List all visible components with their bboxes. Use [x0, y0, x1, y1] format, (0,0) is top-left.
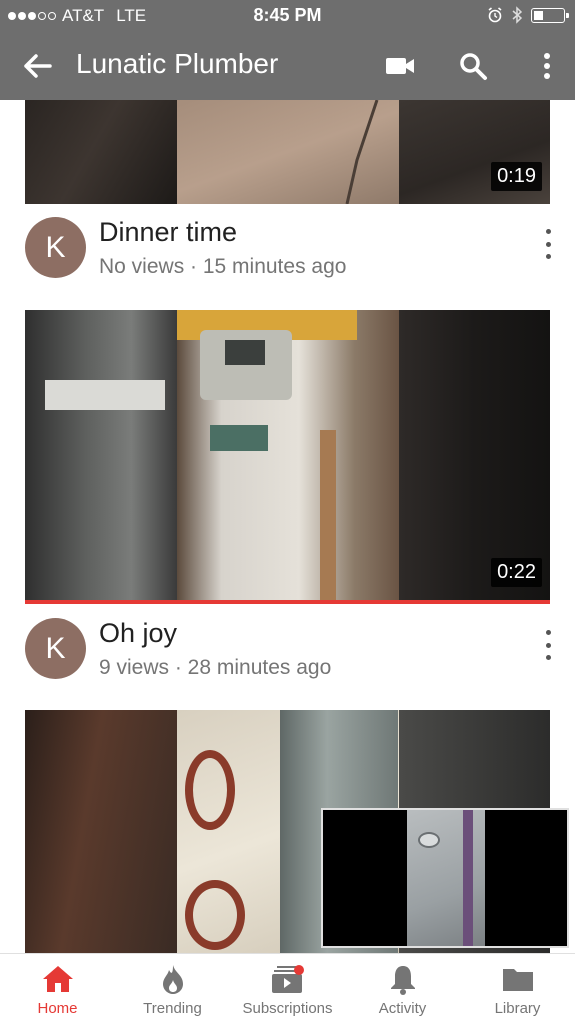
- nav-label: Trending: [143, 1000, 202, 1017]
- valve: [418, 832, 440, 848]
- video-menu-icon[interactable]: [541, 229, 555, 259]
- duration-badge: 0:22: [491, 558, 542, 587]
- nav-trending[interactable]: Trending: [115, 954, 230, 1022]
- nav-library[interactable]: Library: [460, 954, 575, 1022]
- battery-icon: [531, 7, 569, 23]
- video-title[interactable]: Dinner time: [99, 217, 237, 248]
- nav-home[interactable]: Home: [0, 954, 115, 1022]
- nav-label: Library: [494, 1000, 541, 1017]
- background-sign: [45, 380, 165, 410]
- watch-progress-bar: [25, 600, 550, 604]
- nav-label: Subscriptions: [242, 1000, 333, 1017]
- video-subtitle: No views · 15 minutes ago: [99, 255, 347, 278]
- channel-title: Lunatic Plumber: [76, 48, 279, 79]
- status-bar: AT&T LTE 8:45 PM: [0, 0, 575, 32]
- more-vert-icon[interactable]: [529, 48, 565, 84]
- flame-icon: [156, 962, 190, 996]
- app-bar: Lunatic Plumber: [0, 32, 575, 100]
- subscriptions-icon: [271, 962, 305, 996]
- duration-badge: 0:19: [491, 162, 542, 191]
- nav-subscriptions[interactable]: Subscriptions: [230, 954, 345, 1022]
- alarm-icon: [488, 7, 502, 23]
- mini-player[interactable]: [321, 808, 569, 948]
- video-title[interactable]: Oh joy: [99, 618, 177, 649]
- home-icon: [41, 962, 75, 996]
- bottom-nav: Home Trending Subscriptions Activity Lib…: [0, 953, 575, 1022]
- video-thumbnail[interactable]: 0:22: [25, 310, 550, 600]
- avatar[interactable]: K: [25, 618, 86, 679]
- nav-activity[interactable]: Activity: [345, 954, 460, 1022]
- video-subtitle: 9 views · 28 minutes ago: [99, 656, 332, 679]
- heater-label: [210, 425, 268, 451]
- bell-icon: [386, 962, 420, 996]
- back-arrow-icon[interactable]: [20, 50, 54, 82]
- heater-display: [225, 340, 265, 365]
- search-icon[interactable]: [455, 48, 491, 84]
- video-meta[interactable]: K Oh joy 9 views · 28 minutes ago: [25, 618, 555, 688]
- mini-player-video: [407, 810, 485, 946]
- avatar[interactable]: K: [25, 217, 86, 278]
- nav-label: Home: [37, 1000, 78, 1017]
- video-camera-icon[interactable]: [382, 48, 418, 84]
- top-bar: AT&T LTE 8:45 PM Lunatic Plumber: [0, 0, 575, 100]
- pipe: [463, 810, 473, 946]
- drain-ring: [185, 880, 245, 950]
- folder-icon: [501, 962, 535, 996]
- nav-label: Activity: [378, 1000, 427, 1017]
- video-meta[interactable]: K Dinner time No views · 15 minutes ago: [25, 217, 555, 287]
- video-menu-icon[interactable]: [541, 630, 555, 660]
- drain-ring: [185, 750, 235, 830]
- video-thumbnail[interactable]: 0:19: [25, 100, 550, 204]
- bluetooth-icon: [512, 6, 523, 24]
- copper-pipe: [320, 430, 336, 600]
